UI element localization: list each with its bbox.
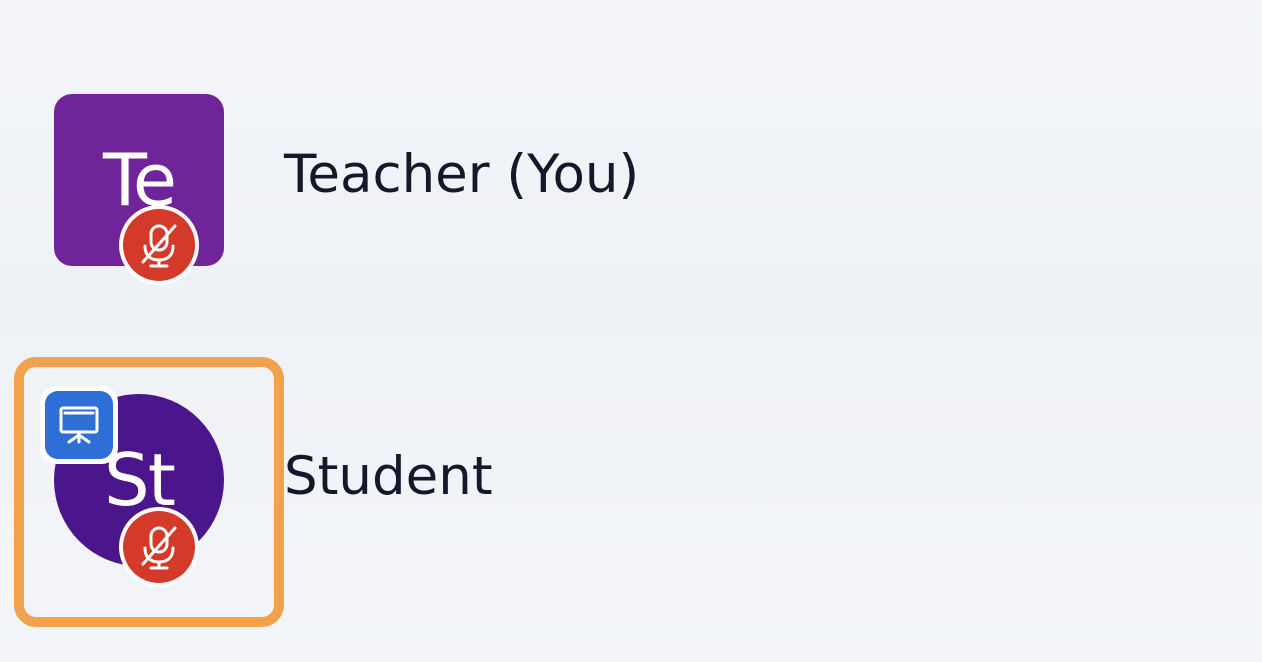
participant-name: Student	[284, 446, 493, 507]
mic-off-icon	[141, 224, 177, 268]
participant-name: Teacher (You)	[284, 144, 640, 205]
participant-row-teacher[interactable]: Te Teacher (You)	[0, 84, 1262, 285]
presentation-screen-icon	[59, 406, 99, 444]
mic-off-icon	[141, 526, 177, 570]
participants-panel: Te Teacher (You) St Student	[0, 0, 1262, 662]
participant-row-student[interactable]: St Student	[0, 384, 1262, 587]
muted-badge	[119, 507, 199, 587]
muted-badge	[119, 205, 199, 285]
presenting-badge	[40, 386, 118, 464]
